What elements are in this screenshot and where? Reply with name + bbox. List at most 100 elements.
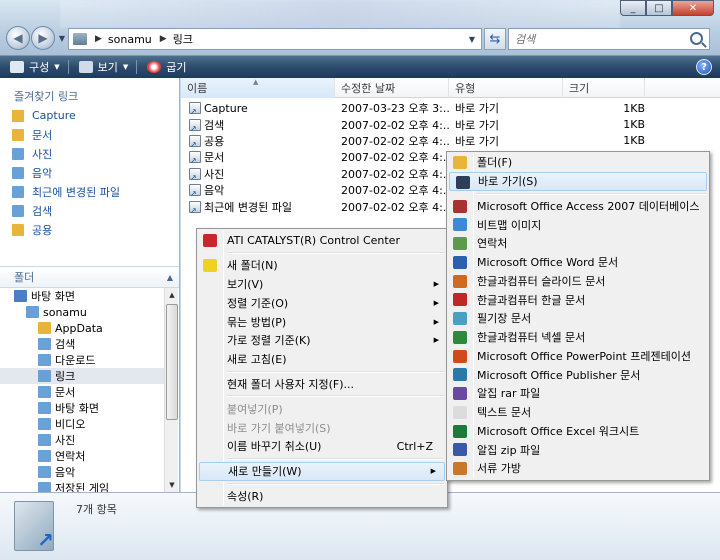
scrollbar-thumb[interactable] [166, 304, 178, 420]
favorite-link[interactable]: 문서 [12, 125, 179, 144]
context-menu-item-label: 가로 정렬 기준(K) [227, 334, 311, 348]
address-dropdown-icon[interactable]: ▼ [465, 29, 479, 49]
new-menu-item[interactable]: 비트맵 이미지 [447, 215, 709, 234]
new-menu-item-label: Microsoft Office Excel 워크시트 [477, 424, 640, 438]
tree-item[interactable]: 저장된 게임 [0, 480, 164, 492]
breadcrumb-sonamu[interactable]: sonamu [108, 33, 152, 46]
new-menu-item[interactable]: 서류 가방 [447, 459, 709, 478]
folders-header[interactable]: 폴더 ▲ [0, 266, 179, 288]
context-menu-item[interactable]: 묶는 방법(P) ▶ [197, 312, 447, 331]
recent-pages-dropdown[interactable]: ▼ [56, 26, 68, 50]
file-row[interactable]: 공용 2007-02-02 오후 4:... 바로 가기 1KB [181, 133, 645, 149]
back-button[interactable]: ◀ [6, 26, 30, 50]
command-toolbar: 구성 ▼ 보기 ▼ 굽기 ? [0, 56, 720, 78]
scroll-up-icon[interactable]: ▲ [165, 288, 179, 302]
new-menu-item[interactable]: 알집 zip 파일 [447, 440, 709, 459]
context-menu-item[interactable]: 속성(R) [197, 487, 447, 506]
new-menu-item[interactable]: 한글과컴퓨터 슬라이드 문서 [447, 272, 709, 291]
tree-item-label: 비디오 [55, 418, 86, 431]
column-header-row: 이름 ▲ 수정한 날짜 유형 크기 [181, 78, 720, 98]
folder-icon [38, 466, 51, 478]
views-button[interactable]: 보기 ▼ [69, 56, 137, 78]
favorite-link-label: 음악 [32, 166, 53, 180]
help-button[interactable]: ? [696, 59, 712, 75]
tree-item[interactable]: 검색 [0, 336, 164, 352]
context-menu-item[interactable]: 현재 폴더 사용자 지정(F)... [197, 375, 447, 394]
context-menu-item[interactable]: 이름 바꾸기 취소(U) Ctrl+Z [197, 437, 447, 456]
file-name: 사진 [204, 167, 225, 181]
favorite-link[interactable]: 검색 [12, 201, 179, 220]
context-menu-item[interactable]: 새로 만들기(W) ▶ [199, 461, 445, 481]
chevron-down-icon: ▼ [54, 63, 60, 71]
context-menu-item[interactable]: 새로 고침(E) [197, 350, 447, 369]
tree-item[interactable]: 바탕 화면 [0, 400, 164, 416]
file-name: 검색 [204, 118, 225, 132]
favorite-link[interactable]: 음악 [12, 163, 179, 182]
new-menu-item[interactable]: 바로 가기(S) [449, 171, 707, 191]
new-menu-item[interactable]: 폴더(F) [447, 153, 709, 172]
burn-button[interactable]: 굽기 [137, 56, 194, 78]
favorite-link-label: 최근에 변경된 파일 [32, 185, 120, 199]
minimize-button[interactable]: _ [620, 0, 646, 16]
tree-item-label: 문서 [55, 386, 76, 399]
powerpoint-icon [453, 349, 467, 363]
scroll-down-icon[interactable]: ▼ [165, 478, 179, 492]
search-placeholder: 검색 [515, 33, 536, 46]
tree-item[interactable]: 비디오 [0, 416, 164, 432]
context-menu-item[interactable]: 보기(V) ▶ [197, 275, 447, 294]
tree-item[interactable]: 문서 [0, 384, 164, 400]
new-menu-item[interactable]: 한글과컴퓨터 넥셀 문서 [447, 328, 709, 347]
favorite-links-list: Capture 문서 사진음악최근에 변경된 파일검색공용 [0, 106, 179, 239]
context-menu-item[interactable]: 새 폴더(N) [197, 256, 447, 275]
search-icon[interactable] [690, 32, 703, 45]
organize-button[interactable]: 구성 ▼ [0, 56, 68, 78]
new-menu-item[interactable]: 필기장 문서 [447, 309, 709, 328]
address-bar[interactable]: ▶ sonamu ▶ 링크 ▼ [68, 28, 482, 50]
favorite-link[interactable]: 최근에 변경된 파일 [12, 182, 179, 201]
new-menu-item[interactable]: 연락처 [447, 234, 709, 253]
file-row[interactable]: 검색 2007-02-02 오후 4:... 바로 가기 1KB [181, 116, 645, 133]
breadcrumb-links[interactable]: 링크 [173, 31, 193, 47]
context-menu-item[interactable]: 가로 정렬 기준(K) ▶ [197, 331, 447, 350]
new-menu-item[interactable]: Microsoft Office Word 문서 [447, 253, 709, 272]
close-button[interactable]: ✕ [672, 0, 714, 16]
forward-button[interactable]: ▶ [31, 26, 55, 50]
tree-item[interactable]: 연락처 [0, 448, 164, 464]
tree-item[interactable]: 링크 [0, 368, 164, 384]
tree-item[interactable]: 음악 [0, 464, 164, 480]
refresh-button[interactable]: ⇆ [484, 28, 506, 50]
new-menu-item[interactable]: Microsoft Office Access 2007 데이터베이스 [447, 197, 709, 216]
tree-item[interactable]: 사진 [0, 432, 164, 448]
context-menu-item[interactable]: 정렬 기준(O) ▶ [197, 293, 447, 312]
new-menu-item[interactable]: 한글과컴퓨터 한글 문서 [447, 290, 709, 309]
tree-item[interactable]: sonamu [0, 304, 164, 320]
column-date-modified[interactable]: 수정한 날짜 [335, 78, 449, 98]
publisher-icon [453, 368, 467, 382]
folder-tree-scrollbar[interactable]: ▲ ▼ [164, 288, 178, 492]
new-menu-item[interactable]: 텍스트 문서 [447, 403, 709, 422]
search-input[interactable]: 검색 [508, 28, 710, 50]
favorite-link-label: 검색 [32, 204, 53, 218]
new-menu-item[interactable]: Microsoft Office PowerPoint 프레젠테이션 [447, 347, 709, 366]
column-size[interactable]: 크기 [563, 78, 645, 98]
column-type[interactable]: 유형 [449, 78, 563, 98]
submenu-arrow-icon: ▶ [433, 279, 439, 288]
column-name[interactable]: 이름 ▲ [181, 78, 335, 98]
maximize-button[interactable]: □ [646, 0, 672, 16]
folder-icon [38, 402, 51, 414]
favorite-link[interactable]: 사진 [12, 144, 179, 163]
new-menu-item[interactable]: Microsoft Office Excel 워크시트 [447, 422, 709, 441]
file-name-cell: 검색 [181, 117, 335, 133]
burn-icon [147, 61, 162, 73]
new-menu-item-label: 바로 가기(S) [478, 175, 538, 189]
favorite-link[interactable]: Capture [12, 106, 179, 125]
context-menu-item[interactable]: ATI CATALYST(R) Control Center [197, 231, 447, 250]
tree-item[interactable]: AppData [0, 320, 164, 336]
tree-item[interactable]: 바탕 화면 [0, 288, 164, 304]
tree-item[interactable]: 다운로드 [0, 352, 164, 368]
new-menu-item[interactable]: Microsoft Office Publisher 문서 [447, 365, 709, 384]
bitmap-icon [453, 218, 467, 232]
favorite-link[interactable]: 공용 [12, 220, 179, 239]
new-menu-item[interactable]: 알집 rar 파일 [447, 384, 709, 403]
file-row[interactable]: Capture 2007-03-23 오후 3:... 바로 가기 1KB [181, 100, 645, 116]
